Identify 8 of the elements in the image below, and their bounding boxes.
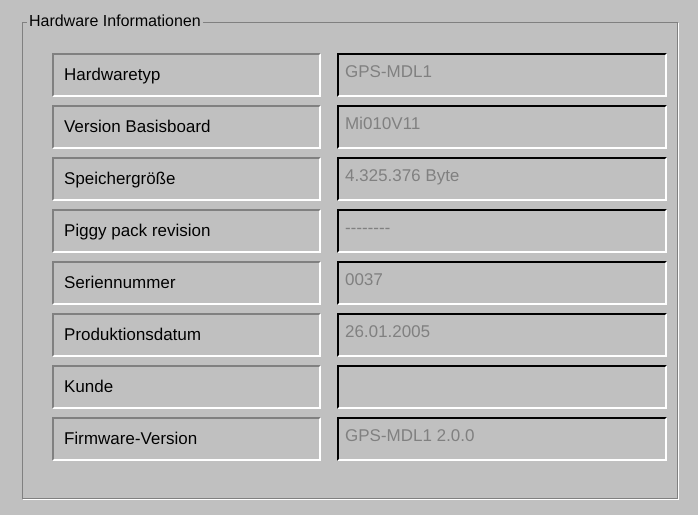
- field-label: Kunde: [52, 365, 321, 409]
- field-label: Seriennummer: [52, 261, 321, 305]
- field-label: Piggy pack revision: [52, 209, 321, 253]
- field-label: Firmware-Version: [52, 417, 321, 461]
- field-label: Speichergröße: [52, 157, 321, 201]
- field-label: Produktionsdatum: [52, 313, 321, 357]
- field-label: Version Basisboard: [52, 105, 321, 149]
- field-label: Hardwaretyp: [52, 53, 321, 97]
